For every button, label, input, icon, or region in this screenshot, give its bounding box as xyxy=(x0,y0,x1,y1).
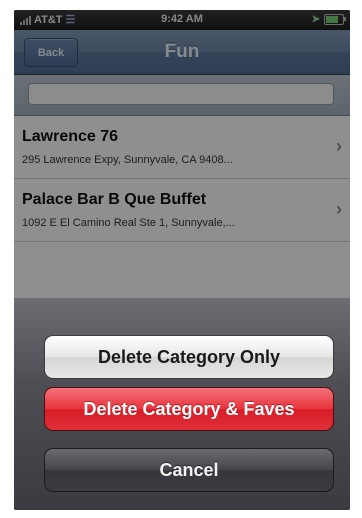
phone-screen: AT&T ☰ 9:42 AM ➤ Back Fun Lawrence 76 29… xyxy=(14,10,350,510)
cancel-button[interactable]: Cancel xyxy=(44,448,334,492)
delete-category-and-faves-button[interactable]: Delete Category & Faves xyxy=(44,387,334,431)
delete-category-only-button[interactable]: Delete Category Only xyxy=(44,335,334,379)
action-sheet: Delete Category Only Delete Category & F… xyxy=(14,297,350,510)
